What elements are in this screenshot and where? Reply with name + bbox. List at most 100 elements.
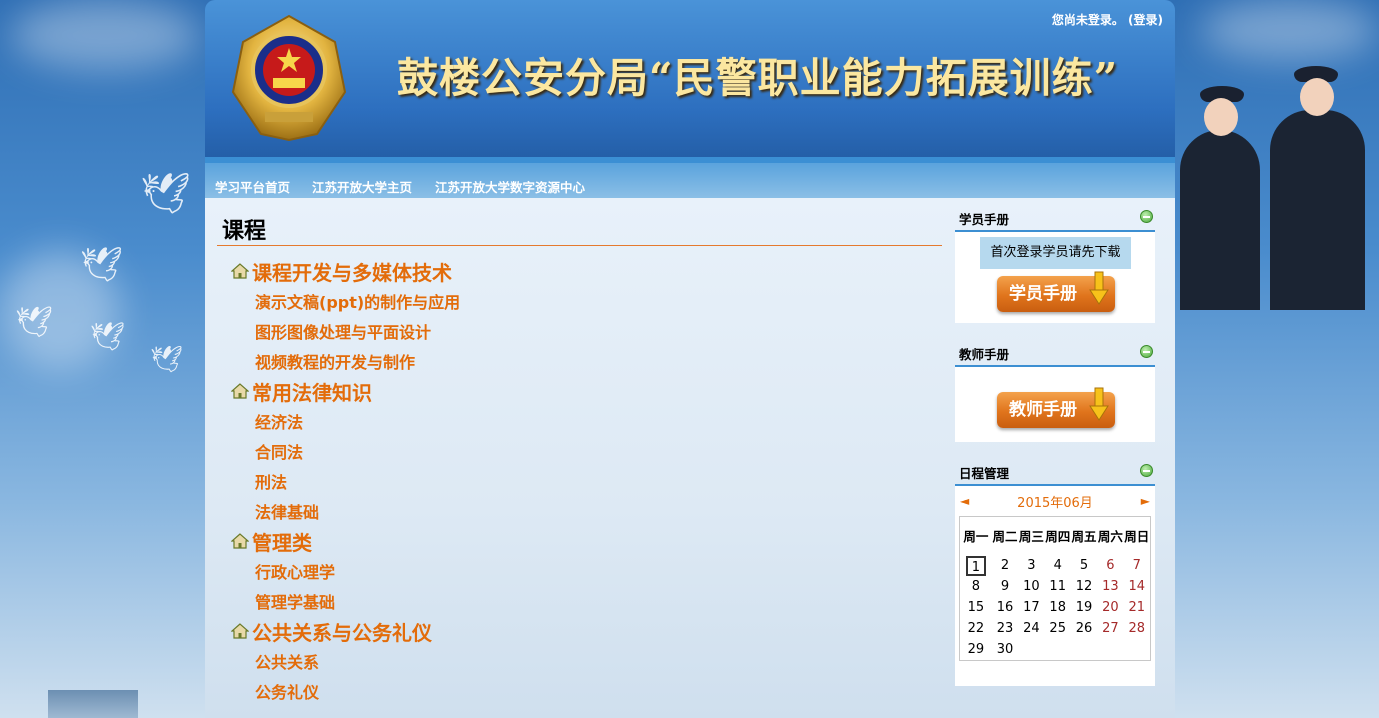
calendar-day[interactable]: 24 [1018, 618, 1044, 639]
calendar-day[interactable]: 27 [1097, 618, 1123, 639]
calendar-today[interactable]: 1 [965, 555, 986, 576]
dove-decoration: 🕊 [15, 305, 54, 340]
calendar-block: 日程管理 ◄ 2015年06月 ► 周一 周二 周三 周四 周五 周六 周日 1… [955, 458, 1155, 686]
calendar-day[interactable]: 22 [960, 618, 992, 639]
teacher-manual-block: 教师手册 教师手册 [955, 339, 1155, 442]
calendar-day[interactable]: 21 [1124, 597, 1150, 618]
course-link[interactable]: 视频教程的开发与制作 [231, 346, 931, 376]
collapse-icon[interactable] [1140, 210, 1153, 223]
course-category-label: 管理类 [252, 530, 312, 555]
calendar-grid: 周一 周二 周三 周四 周五 周六 周日 1 2 3 4 5 6 7 8 9 10 11 12 13 14 15 16 17… [959, 516, 1151, 661]
course-link-label: 演示文稿(ppt)的制作与应用 [255, 293, 461, 312]
calendar-day[interactable]: 20 [1097, 597, 1123, 618]
calendar-day[interactable]: 9 [992, 576, 1018, 597]
calendar-day[interactable]: 7 [1124, 555, 1150, 576]
calendar-day[interactable]: 18 [1045, 597, 1071, 618]
teacher-manual-download-button[interactable]: 教师手册 [997, 387, 1115, 428]
cloud-decoration [1200, 0, 1379, 60]
calendar-day[interactable]: 2 [992, 555, 1018, 576]
calendar-month: 2015年06月 [1017, 496, 1093, 511]
nav-link-digital-resources[interactable]: 江苏开放大学数字资源中心 [435, 177, 585, 196]
course-category-label: 公共关系与公务礼仪 [252, 620, 432, 645]
course-category[interactable]: 常用法律知识 [231, 376, 931, 406]
calendar-day[interactable]: 30 [992, 639, 1018, 660]
course-link-label: 行政心理学 [255, 563, 336, 582]
site-header: 鼓楼公安分局“民警职业能力拓展训练” 您尚未登录。 (登录) [205, 0, 1175, 157]
calendar-day [1018, 639, 1044, 660]
student-manual-download-button[interactable]: 学员手册 [997, 271, 1115, 312]
calendar-day[interactable]: 3 [1018, 555, 1044, 576]
calendar-day[interactable]: 29 [960, 639, 992, 660]
course-link[interactable]: 公务礼仪 [231, 676, 931, 706]
collapse-icon[interactable] [1140, 464, 1153, 477]
page-container: 鼓楼公安分局“民警职业能力拓展训练” 您尚未登录。 (登录) 学习平台首页 江苏… [205, 0, 1175, 718]
course-link[interactable]: 经济法 [231, 406, 931, 436]
button-label: 教师手册 [1009, 400, 1077, 420]
calendar-day[interactable]: 8 [960, 576, 992, 597]
next-month-arrow-icon[interactable]: ► [1141, 494, 1150, 508]
course-category[interactable]: 公共关系与公务礼仪 [231, 616, 931, 646]
course-category-list: 课程开发与多媒体技术 演示文稿(ppt)的制作与应用 图形图像处理与平面设计 视… [231, 256, 931, 706]
cloud-decoration [10, 0, 200, 70]
calendar-day[interactable]: 14 [1124, 576, 1150, 597]
download-arrow-icon [1089, 387, 1109, 421]
main-area: 课程 课程开发与多媒体技术 演示文稿(ppt)的制作与应用 图形图像处理与平面设… [205, 198, 1175, 718]
calendar-week: 22 23 24 25 26 27 28 [960, 618, 1150, 639]
calendar-day[interactable]: 28 [1124, 618, 1150, 639]
student-manual-notice: 首次登录学员请先下载 [980, 237, 1131, 269]
login-status-text: 您尚未登录。 [1051, 13, 1124, 27]
calendar-day[interactable]: 11 [1045, 576, 1071, 597]
calendar-day[interactable]: 19 [1071, 597, 1097, 618]
calendar-day[interactable]: 5 [1071, 555, 1097, 576]
course-category[interactable]: 管理类 [231, 526, 931, 556]
sidebar: 学员手册 首次登录学员请先下载 学员手册 教师手册 教师手册 日程管理 ◄ 20… [955, 204, 1155, 702]
block-body: 教师手册 [955, 367, 1155, 442]
calendar-day[interactable]: 26 [1071, 618, 1097, 639]
block-title: 日程管理 [959, 466, 1010, 481]
nav-link-university-home[interactable]: 江苏开放大学主页 [312, 177, 412, 196]
course-link-label: 公共关系 [255, 653, 320, 672]
course-link[interactable]: 公共关系 [231, 646, 931, 676]
course-link[interactable]: 法律基础 [231, 496, 931, 526]
download-arrow-icon [1089, 271, 1109, 305]
course-link[interactable]: 图形图像处理与平面设计 [231, 316, 931, 346]
calendar-day[interactable]: 4 [1045, 555, 1071, 576]
calendar-day[interactable]: 1 [960, 555, 992, 576]
calendar-day[interactable]: 12 [1071, 576, 1097, 597]
calendar-weekday: 周日 [1124, 528, 1150, 544]
police-officers-illustration [1175, 60, 1379, 310]
calendar-day[interactable]: 23 [992, 618, 1018, 639]
course-link-label: 图形图像处理与平面设计 [255, 323, 432, 342]
course-category-label: 课程开发与多媒体技术 [252, 260, 452, 285]
course-link[interactable]: 管理学基础 [231, 586, 931, 616]
police-emblem-logo [231, 14, 347, 142]
calendar-day[interactable]: 15 [960, 597, 992, 618]
nav-link-platform-home[interactable]: 学习平台首页 [215, 177, 290, 196]
course-link[interactable]: 刑法 [231, 466, 931, 496]
course-link-label: 管理学基础 [255, 593, 336, 612]
collapse-icon[interactable] [1140, 345, 1153, 358]
block-header: 日程管理 [955, 458, 1155, 486]
home-icon [231, 533, 249, 549]
calendar-day[interactable]: 25 [1045, 618, 1071, 639]
course-category[interactable]: 课程开发与多媒体技术 [231, 256, 931, 286]
calendar-day[interactable]: 10 [1018, 576, 1044, 597]
calendar-day[interactable]: 16 [992, 597, 1018, 618]
course-link-label: 刑法 [255, 473, 288, 492]
course-link-label: 法律基础 [255, 503, 320, 522]
block-body: 首次登录学员请先下载 学员手册 [955, 232, 1155, 323]
course-link[interactable]: 行政心理学 [231, 556, 931, 586]
block-title: 学员手册 [959, 212, 1010, 227]
calendar-day [1124, 639, 1150, 660]
calendar-weekday: 周六 [1097, 528, 1123, 544]
course-link[interactable]: 演示文稿(ppt)的制作与应用 [231, 286, 931, 316]
course-link[interactable]: 合同法 [231, 436, 931, 466]
calendar-day[interactable]: 17 [1018, 597, 1044, 618]
login-link[interactable]: (登录) [1128, 13, 1163, 27]
course-link-label: 合同法 [255, 443, 304, 462]
calendar-day[interactable]: 6 [1097, 555, 1123, 576]
calendar-weekday: 周二 [992, 528, 1018, 544]
calendar-day[interactable]: 13 [1097, 576, 1123, 597]
calendar-weekday: 周三 [1018, 528, 1044, 544]
calendar-week: 29 30 [960, 639, 1150, 660]
